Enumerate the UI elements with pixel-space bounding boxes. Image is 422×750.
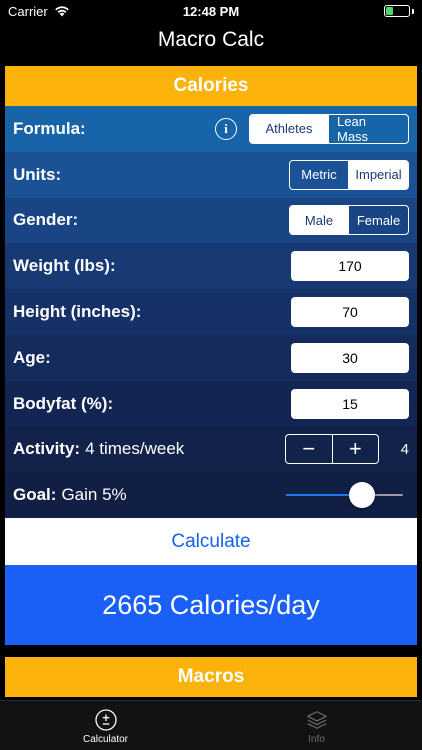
status-bar: Carrier 12:48 PM [0, 0, 422, 22]
plus-minus-icon [94, 709, 117, 731]
activity-stepper: − + [285, 434, 379, 465]
slider-thumb[interactable] [349, 482, 376, 509]
bodyfat-row: Bodyfat (%): [5, 380, 417, 427]
stepper-plus-button[interactable]: + [331, 435, 379, 464]
calories-header: Calories [5, 66, 417, 106]
calories-result: 2665 Calories/day [5, 565, 417, 646]
formula-option-athletes[interactable]: Athletes [250, 114, 328, 143]
gender-option-female[interactable]: Female [348, 206, 408, 235]
macros-header: Macros [5, 657, 417, 697]
gender-segmented-control: Male Female [289, 205, 409, 236]
age-input[interactable] [291, 342, 409, 373]
height-label: Height (inches): [13, 302, 142, 322]
tab-info[interactable]: Info [211, 701, 422, 750]
units-row: Units: Metric Imperial [5, 151, 417, 198]
tab-calculator-label: Calculator [82, 734, 129, 745]
calories-panel: Calories Formula: i Athletes Lean Mass U… [5, 66, 417, 646]
weight-row: Weight (lbs): [5, 243, 417, 290]
layers-icon [306, 709, 328, 731]
gender-option-male[interactable]: Male [290, 206, 348, 235]
activity-row: Activity: 4 times/week − + 4 [5, 426, 417, 473]
calculate-button[interactable]: Calculate [5, 518, 417, 566]
activity-value: 4 [400, 440, 409, 458]
height-row: Height (inches): [5, 289, 417, 335]
nav-title: Macro Calc [157, 28, 265, 51]
goal-label: Goal: [13, 485, 57, 505]
tab-bar: Calculator Info [0, 700, 422, 750]
activity-label: Activity: [13, 439, 81, 459]
weight-input[interactable] [291, 251, 409, 282]
formula-segmented-control: Athletes Lean Mass [249, 113, 409, 144]
formula-label: Formula: [13, 118, 86, 138]
formula-option-lean-mass[interactable]: Lean Mass [328, 114, 408, 143]
weight-label: Weight (lbs): [13, 256, 116, 276]
activity-text: 4 times/week [85, 439, 185, 459]
height-input[interactable] [291, 297, 409, 328]
goal-text: Gain 5% [61, 485, 127, 505]
units-label: Units: [13, 164, 62, 184]
stepper-minus-button[interactable]: − [286, 435, 332, 463]
units-option-metric[interactable]: Metric [290, 161, 348, 189]
gender-label: Gender: [13, 210, 79, 230]
info-icon[interactable]: i [215, 117, 237, 140]
bodyfat-label: Bodyfat (%): [13, 393, 114, 413]
units-segmented-control: Metric Imperial [289, 159, 409, 190]
bodyfat-input[interactable] [291, 388, 409, 419]
goal-row: Goal: Gain 5% [5, 472, 417, 519]
formula-row: Formula: i Athletes Lean Mass [5, 106, 417, 152]
age-row: Age: [5, 334, 417, 381]
tab-info-label: Info [308, 734, 325, 745]
units-option-imperial[interactable]: Imperial [348, 160, 408, 189]
goal-slider[interactable] [286, 480, 403, 510]
age-label: Age: [13, 347, 51, 367]
tab-calculator[interactable]: Calculator [0, 701, 211, 750]
status-time: 12:48 PM [182, 4, 240, 19]
gender-row: Gender: Male Female [5, 197, 417, 244]
